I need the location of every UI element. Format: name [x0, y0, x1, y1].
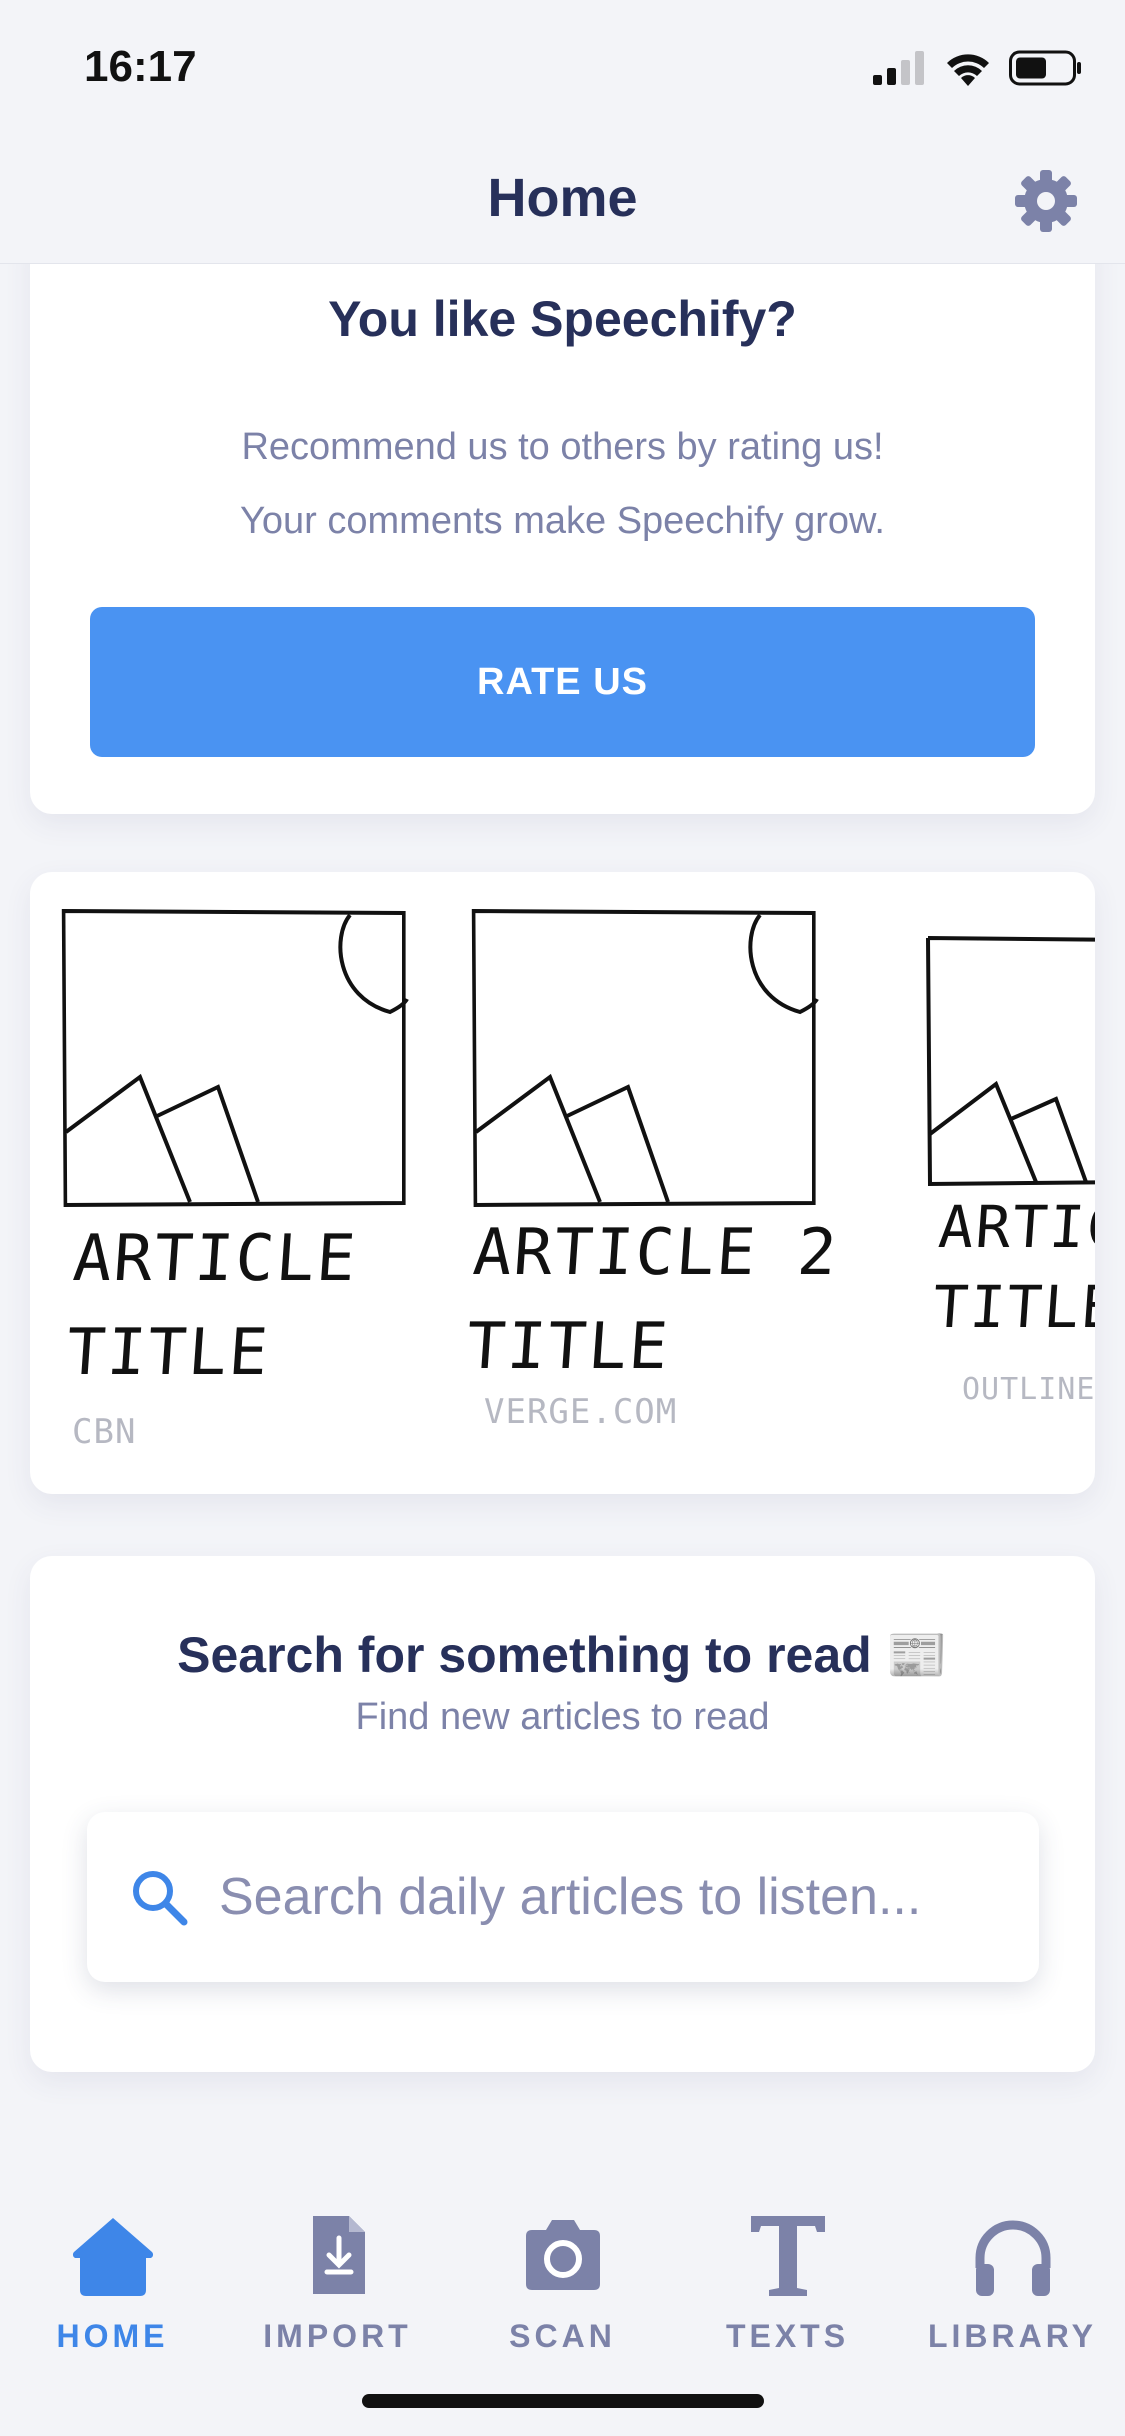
rate-card-title: You like Speechify? — [328, 291, 797, 347]
article-thumbnail-image-icon — [471, 908, 819, 1208]
tab-texts[interactable]: TEXTS — [675, 2210, 900, 2360]
search-card-title: Search for something to read 📰 — [177, 1627, 948, 1683]
headphones-icon — [975, 2220, 1050, 2296]
article-card[interactable]: ARTICLE 2 TITLE VERGE.COM — [440, 872, 860, 1494]
import-icon — [312, 2216, 365, 2294]
battery-icon — [1009, 50, 1081, 86]
status-icons — [873, 48, 1083, 88]
wifi-icon — [947, 54, 989, 86]
search-box[interactable] — [87, 1812, 1039, 1982]
search-card: Search for something to read 📰 Find new … — [30, 1556, 1095, 2072]
article-card[interactable]: ARTICLE TITLE CBN — [30, 872, 450, 1494]
rate-us-button[interactable]: RATE US — [90, 607, 1035, 757]
tab-label: TEXTS — [725, 2318, 850, 2354]
tab-label: LIBRARY — [927, 2318, 1098, 2354]
home-indicator[interactable] — [362, 2394, 764, 2408]
settings-gear-icon[interactable] — [1013, 168, 1079, 234]
tab-label: IMPORT — [263, 2318, 412, 2354]
text-icon — [750, 2216, 825, 2296]
rate-us-card: You like Speechify? Recommend us to othe… — [30, 230, 1095, 814]
status-time: 16:17 — [84, 42, 197, 91]
rate-card-line-1: Recommend us to others by rating us! — [241, 426, 884, 468]
article-source: OUTLINE — [962, 1372, 1095, 1407]
tab-scan[interactable]: SCAN — [450, 2210, 675, 2360]
search-icon — [133, 1871, 188, 1926]
cellular-signal-icon — [873, 51, 924, 85]
article-card[interactable]: ARTIC TITLE OUTLINE — [890, 872, 1095, 1494]
home-icon — [72, 2218, 153, 2296]
article-source: VERGE.COM — [484, 1392, 678, 1432]
article-title: ARTIC TITLE — [930, 1193, 1095, 1341]
camera-icon — [525, 2220, 600, 2290]
page-title: Home — [487, 167, 638, 228]
article-source: CBN — [72, 1412, 137, 1452]
search-input[interactable] — [219, 1867, 979, 1927]
tab-import[interactable]: IMPORT — [225, 2210, 450, 2360]
article-thumbnail-image-icon — [926, 936, 1095, 1187]
article-thumbnail-image-icon — [61, 908, 409, 1208]
rate-card-line-2: Your comments make Speechify grow. — [240, 500, 885, 542]
navigation-bar: Home — [0, 132, 1125, 264]
tab-label: HOME — [56, 2318, 169, 2354]
tab-library[interactable]: LIBRARY — [900, 2210, 1125, 2360]
articles-carousel[interactable]: ARTICLE TITLE CBN ARTICLE 2 TITLE VERGE.… — [30, 872, 1095, 1494]
tab-label: SCAN — [509, 2318, 616, 2354]
article-title: ARTICLE TITLE — [64, 1222, 360, 1390]
status-bar: 16:17 — [0, 0, 1125, 132]
article-title: ARTICLE 2 TITLE — [464, 1216, 841, 1384]
tab-home[interactable]: HOME — [0, 2210, 225, 2360]
search-card-subtitle: Find new articles to read — [355, 1696, 770, 1738]
